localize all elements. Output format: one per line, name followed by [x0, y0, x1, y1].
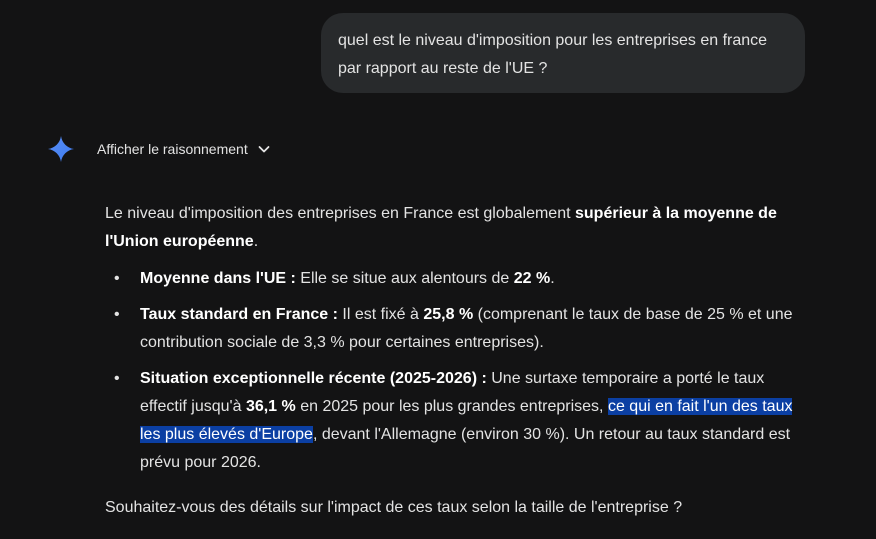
response-bullet-list: Moyenne dans l'UE : Elle se situe aux al… — [105, 265, 805, 477]
show-reasoning-label: Afficher le raisonnement — [97, 141, 248, 157]
user-message-line-2: par rapport au reste de l'UE ? — [338, 60, 548, 77]
response-closing-question: Souhaitez-vous des détails sur l'impact … — [105, 499, 683, 516]
user-message-line-1: quel est le niveau d'imposition pour les… — [338, 32, 768, 49]
bullet-exceptional-situation: Situation exceptionnelle récente (2025-2… — [105, 365, 805, 477]
bullet-eu-average: Moyenne dans l'UE : Elle se situe aux al… — [105, 265, 805, 293]
gemini-sparkle-icon — [48, 136, 74, 162]
bullet-france-standard-rate: Taux standard en France : Il est fixé à … — [105, 301, 805, 357]
assistant-response: Le niveau d'imposition des entreprises e… — [105, 200, 805, 522]
response-intro: Le niveau d'imposition des entreprises e… — [105, 205, 777, 250]
user-message-bubble: quel est le niveau d'imposition pour les… — [321, 13, 805, 93]
chevron-down-icon — [258, 146, 270, 153]
show-reasoning-toggle[interactable]: Afficher le raisonnement — [97, 139, 272, 159]
